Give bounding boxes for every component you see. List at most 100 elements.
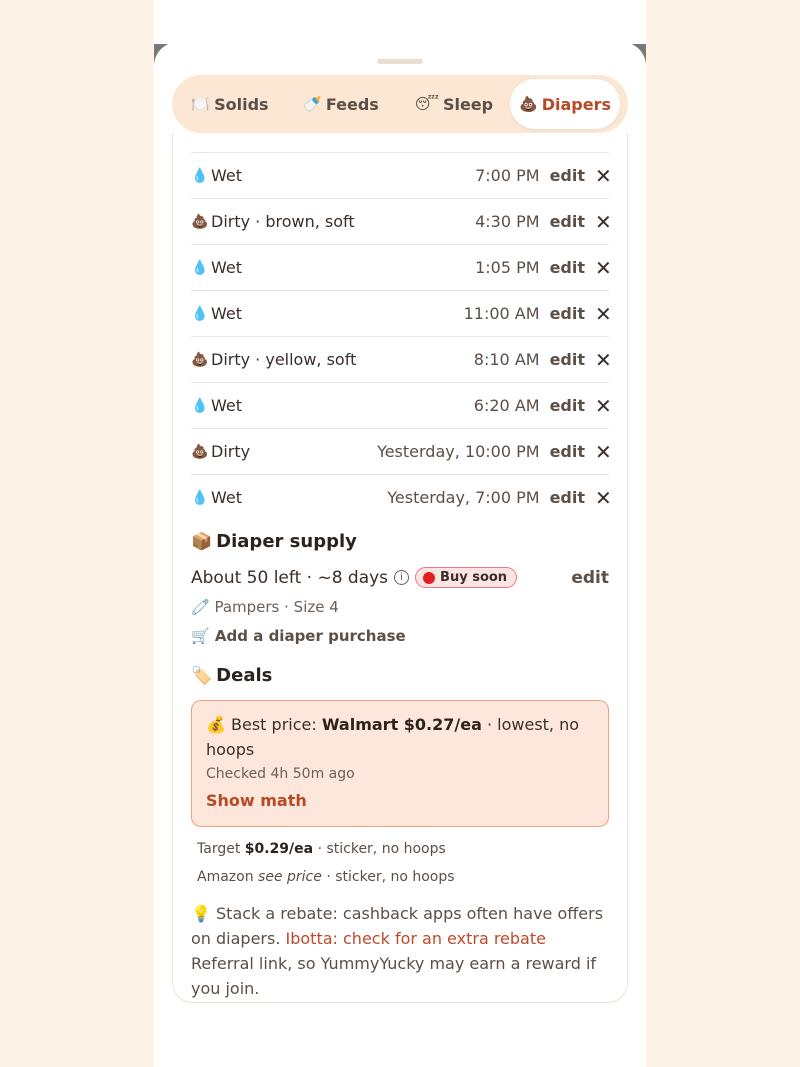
droplet-icon: 💧	[191, 489, 209, 506]
edit-button[interactable]: edit	[550, 166, 585, 185]
log-row: 💧 Wet 1:05 PM edit ✕	[191, 244, 612, 290]
package-icon: 📦	[191, 531, 213, 552]
alt-store: Target	[197, 841, 241, 857]
tag-icon: 🏷️	[191, 665, 213, 686]
buy-soon-badge: Buy soon	[415, 567, 518, 588]
edit-button[interactable]: edit	[550, 396, 585, 415]
log-desc: Wet	[211, 396, 242, 415]
alt-deal-amazon: Amazon see price · sticker, no hoops	[197, 869, 455, 885]
rebate-text-after: Referral link, so YummyYucky may earn a …	[191, 954, 597, 998]
poop-icon: 💩	[191, 351, 209, 368]
money-bag-icon: 💰	[206, 715, 226, 734]
log-time: Yesterday, 7:00 PM	[387, 488, 540, 507]
sleeping-face-icon: 😴	[414, 95, 439, 113]
info-icon[interactable]: i	[394, 570, 410, 585]
tab-bar: 🍽️ Solids 🍼 Feeds 😴 Sleep 💩 Diapers	[172, 75, 628, 133]
diapers-card: 💧 Wet 7:00 PM edit ✕ 💩 Dirty · brown, so…	[172, 133, 628, 1003]
supply-title-text: Diaper supply	[216, 531, 357, 552]
tab-label: Solids	[214, 94, 269, 114]
deals-title-text: Deals	[216, 665, 273, 686]
badge-label: Buy soon	[440, 570, 508, 585]
delete-icon[interactable]: ✕	[595, 486, 612, 510]
log-row: 💧 Wet 6:20 AM edit ✕	[191, 382, 612, 428]
diaper-log-list: 💧 Wet 7:00 PM edit ✕ 💩 Dirty · brown, so…	[191, 152, 612, 520]
supply-edit-button[interactable]: edit	[571, 568, 609, 588]
alt-note: · sticker, no hoops	[317, 841, 446, 857]
checked-time: Checked 4h 50m ago	[206, 766, 355, 782]
log-time: 1:05 PM	[475, 258, 540, 277]
ibotta-link[interactable]: Ibotta: check for an extra rebate	[286, 929, 546, 948]
tab-diapers[interactable]: 💩 Diapers	[510, 79, 620, 129]
brand-size: 🧷 Pampers · Size 4	[191, 598, 339, 616]
delete-icon[interactable]: ✕	[595, 256, 612, 280]
droplet-icon: 💧	[191, 397, 209, 414]
edit-button[interactable]: edit	[550, 212, 585, 231]
plate-icon: 🍽️	[191, 95, 211, 113]
log-desc: Wet	[211, 258, 242, 277]
log-row: 💩 Dirty Yesterday, 10:00 PM edit ✕	[191, 428, 612, 474]
tab-sleep[interactable]: 😴 Sleep	[398, 79, 510, 129]
add-purchase-button[interactable]: 🛒 Add a diaper purchase	[191, 627, 406, 645]
add-purchase-label: Add a diaper purchase	[214, 627, 406, 645]
edit-button[interactable]: edit	[550, 350, 585, 369]
log-row: 💧 Wet 11:00 AM edit ✕	[191, 290, 612, 336]
delete-icon[interactable]: ✕	[595, 394, 612, 418]
alt-store: Amazon	[197, 869, 254, 885]
edit-button[interactable]: edit	[550, 304, 585, 323]
log-row: 💩 Dirty · brown, soft 4:30 PM edit ✕	[191, 198, 612, 244]
bottle-icon: 🍼	[303, 95, 322, 113]
tab-label: Sleep	[442, 94, 494, 114]
log-time: 7:00 PM	[475, 166, 540, 185]
poop-icon: 💩	[191, 443, 209, 460]
pin-icon: 🧷	[191, 598, 210, 616]
supply-count: About 50 left · ~8 days	[191, 567, 389, 588]
delete-icon[interactable]: ✕	[595, 302, 612, 326]
alt-deal-target: Target $0.29/ea · sticker, no hoops	[197, 841, 446, 857]
red-dot-icon	[423, 571, 436, 584]
edit-button[interactable]: edit	[550, 258, 585, 277]
log-time: 4:30 PM	[475, 212, 540, 231]
log-desc: Dirty	[211, 442, 251, 461]
log-time: 6:20 AM	[473, 396, 540, 415]
poop-icon: 💩	[191, 213, 209, 230]
alt-price[interactable]: see price	[258, 869, 322, 885]
log-desc: Wet	[211, 166, 242, 185]
rebate-tip: 💡 Stack a rebate: cashback apps often ha…	[191, 901, 611, 1001]
sheet-grabber-handle[interactable]	[377, 59, 423, 64]
delete-icon[interactable]: ✕	[595, 440, 612, 464]
poop-icon: 💩	[519, 95, 538, 113]
deals-title: 🏷️ Deals	[191, 665, 272, 686]
log-desc: Dirty · yellow, soft	[211, 350, 357, 369]
best-store-price: Walmart $0.27/ea	[321, 715, 482, 734]
log-row: 💩 Dirty · yellow, soft 8:10 AM edit ✕	[191, 336, 612, 382]
alt-price: $0.29/ea	[244, 841, 314, 857]
best-deal-box: 💰 Best price: Walmart $0.27/ea · lowest,…	[191, 700, 609, 827]
delete-icon[interactable]: ✕	[595, 348, 612, 372]
delete-icon[interactable]: ✕	[595, 210, 612, 234]
droplet-icon: 💧	[191, 167, 209, 184]
delete-icon[interactable]: ✕	[595, 164, 612, 188]
log-time: Yesterday, 10:00 PM	[377, 442, 540, 461]
best-price-line: 💰 Best price: Walmart $0.27/ea · lowest,…	[206, 712, 594, 762]
show-math-button[interactable]: Show math	[206, 791, 307, 810]
tab-solids[interactable]: 🍽️ Solids	[176, 79, 284, 129]
bottom-sheet: 🍽️ Solids 🍼 Feeds 😴 Sleep 💩 Diapers 💧 We…	[154, 42, 646, 1067]
tab-feeds[interactable]: 🍼 Feeds	[284, 79, 398, 129]
tab-label: Feeds	[325, 94, 379, 114]
log-time: 11:00 AM	[463, 304, 540, 323]
best-prefix: Best price:	[231, 715, 317, 734]
log-desc: Wet	[211, 304, 242, 323]
log-row: 💧 Wet Yesterday, 7:00 PM edit ✕	[191, 474, 612, 520]
cart-icon: 🛒	[191, 627, 210, 645]
supply-title: 📦 Diaper supply	[191, 531, 357, 552]
alt-note: · sticker, no hoops	[326, 869, 455, 885]
log-desc: Wet	[211, 488, 242, 507]
tab-label: Diapers	[541, 94, 611, 114]
brand-text: Pampers · Size 4	[214, 598, 339, 616]
log-time: 8:10 AM	[473, 350, 540, 369]
edit-button[interactable]: edit	[550, 442, 585, 461]
edit-button[interactable]: edit	[550, 488, 585, 507]
supply-summary: About 50 left · ~8 days i Buy soon edit	[191, 567, 609, 588]
log-desc: Dirty · brown, soft	[211, 212, 355, 231]
droplet-icon: 💧	[191, 305, 209, 322]
